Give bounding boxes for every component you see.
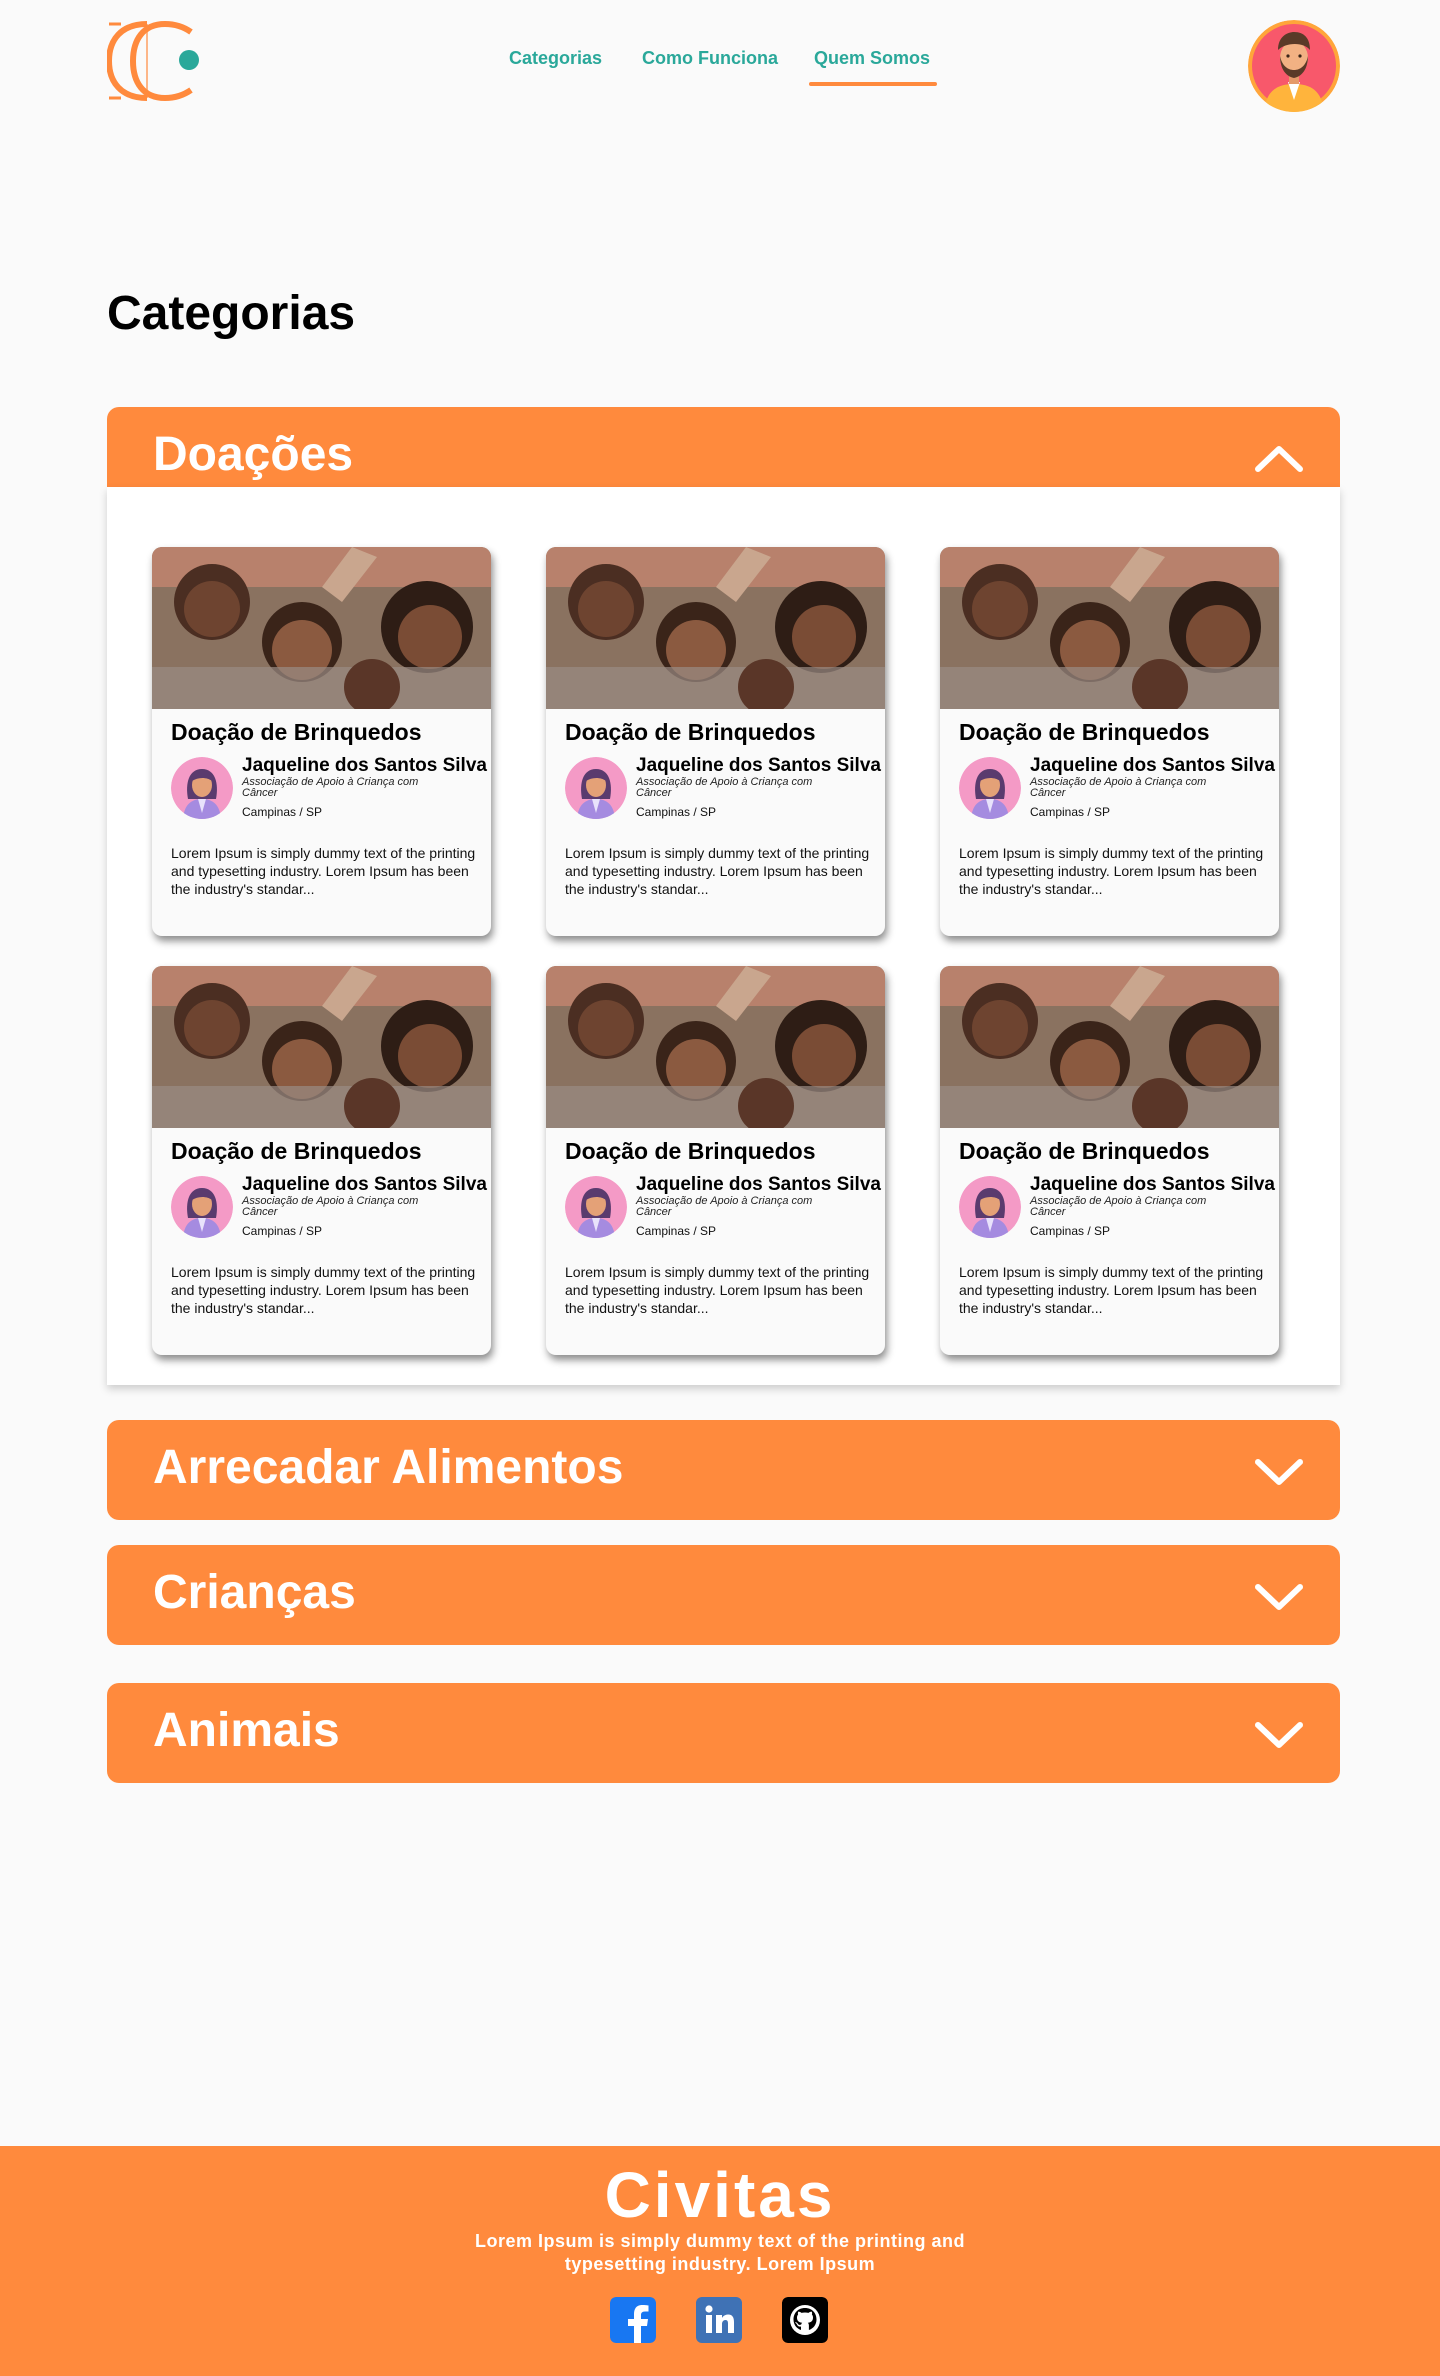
woman-avatar-icon — [171, 757, 233, 819]
chevron-up-icon — [1255, 446, 1303, 472]
page-title: Categorias — [107, 287, 356, 340]
card-description: Lorem Ipsum is simply dummy text of the … — [565, 845, 870, 897]
accordion-header-criancas[interactable]: Crianças — [107, 1545, 1340, 1645]
organizer-location: Campinas / SP — [1030, 805, 1111, 819]
card-photo — [152, 966, 491, 1128]
footer-brand: Civitas — [604, 2159, 836, 2231]
chevron-down-icon — [1255, 1459, 1303, 1485]
nav-link-como-funciona[interactable]: Como Funciona — [642, 48, 778, 69]
nav-link-quem-somos[interactable]: Quem Somos — [808, 48, 938, 86]
organizer-name: Jaqueline dos Santos Silva — [242, 755, 487, 776]
header: Categorias Como Funciona Quem Somos — [0, 0, 1440, 130]
accordion-title: Animais — [153, 1704, 340, 1757]
donation-card[interactable]: Doação de Brinquedos Jaqueline dos Santo… — [546, 966, 885, 1355]
accordion-title: Crianças — [153, 1566, 356, 1619]
card-title: Doação de Brinquedos — [171, 719, 422, 745]
organizer-org: Associação de Apoio à Criança com Câncer — [242, 776, 419, 799]
card-photo — [940, 547, 1279, 709]
donation-card[interactable]: Doação de Brinquedos Jaqueline dos Santo… — [546, 547, 885, 936]
card-title: Doação de Brinquedos — [959, 1138, 1210, 1164]
chevron-down-icon — [1255, 1584, 1303, 1610]
card-description: Lorem Ipsum is simply dummy text of the … — [565, 1264, 870, 1316]
organizer-avatar — [171, 757, 233, 819]
organizer-name: Jaqueline dos Santos Silva — [636, 1174, 881, 1195]
footer-tagline: Lorem Ipsum is simply dummy text of the … — [474, 2231, 966, 2274]
card-title: Doação de Brinquedos — [565, 719, 816, 745]
user-avatar-icon — [1248, 20, 1340, 112]
organizer-name: Jaqueline dos Santos Silva — [242, 1174, 487, 1195]
woman-avatar-icon — [171, 1176, 233, 1238]
organizer-avatar — [171, 1176, 233, 1238]
card-title: Doação de Brinquedos — [171, 1138, 422, 1164]
card-title: Doação de Brinquedos — [959, 719, 1210, 745]
main-nav: Categorias Como Funciona Quem Somos — [0, 48, 1440, 88]
accordion-title: Arrecadar Alimentos — [153, 1441, 624, 1494]
organizer-location: Campinas / SP — [242, 1224, 323, 1238]
donation-card[interactable]: Doação de Brinquedos Jaqueline dos Santo… — [940, 547, 1279, 936]
accordion-title: Doações — [153, 428, 354, 481]
accordion-header-arrecadar-alimentos[interactable]: Arrecadar Alimentos — [107, 1420, 1340, 1520]
woman-avatar-icon — [565, 1176, 627, 1238]
organizer-location: Campinas / SP — [242, 805, 323, 819]
accordion-header-animais[interactable]: Animais — [107, 1683, 1340, 1783]
organizer-org: Associação de Apoio à Criança com Câncer — [242, 1195, 419, 1218]
github-icon[interactable] — [782, 2297, 828, 2343]
organizer-org: Associação de Apoio à Criança com Câncer — [636, 1195, 813, 1218]
card-description: Lorem Ipsum is simply dummy text of the … — [959, 845, 1264, 897]
card-photo — [940, 966, 1279, 1128]
woman-avatar-icon — [959, 1176, 1021, 1238]
organizer-avatar — [959, 1176, 1021, 1238]
facebook-icon[interactable] — [610, 2297, 656, 2343]
organizer-location: Campinas / SP — [636, 1224, 717, 1238]
user-avatar[interactable] — [1248, 20, 1340, 112]
accordion-panel-doacoes: Doação de Brinquedos Jaqueline dos Santo… — [107, 487, 1340, 1385]
organizer-name: Jaqueline dos Santos Silva — [1030, 1174, 1275, 1195]
card-photo — [546, 966, 885, 1128]
organizer-org: Associação de Apoio à Criança com Câncer — [1030, 776, 1207, 799]
organizer-avatar — [959, 757, 1021, 819]
organizer-avatar — [565, 1176, 627, 1238]
footer: Civitas Lorem Ipsum is simply dummy text… — [0, 2146, 1440, 2376]
card-photo — [152, 547, 491, 709]
woman-avatar-icon — [959, 757, 1021, 819]
card-photo — [546, 547, 885, 709]
organizer-avatar — [565, 757, 627, 819]
donation-card[interactable]: Doação de Brinquedos Jaqueline dos Santo… — [152, 966, 491, 1355]
donation-card[interactable]: Doação de Brinquedos Jaqueline dos Santo… — [940, 966, 1279, 1355]
linkedin-icon[interactable] — [696, 2297, 742, 2343]
organizer-org: Associação de Apoio à Criança com Câncer — [636, 776, 813, 799]
organizer-location: Campinas / SP — [636, 805, 717, 819]
organizer-org: Associação de Apoio à Criança com Câncer — [1030, 1195, 1207, 1218]
card-description: Lorem Ipsum is simply dummy text of the … — [171, 845, 476, 897]
organizer-name: Jaqueline dos Santos Silva — [1030, 755, 1275, 776]
chevron-down-icon — [1255, 1722, 1303, 1748]
donation-card[interactable]: Doação de Brinquedos Jaqueline dos Santo… — [152, 547, 491, 936]
card-description: Lorem Ipsum is simply dummy text of the … — [959, 1264, 1264, 1316]
card-title: Doação de Brinquedos — [565, 1138, 816, 1164]
woman-avatar-icon — [565, 757, 627, 819]
organizer-location: Campinas / SP — [1030, 1224, 1111, 1238]
card-description: Lorem Ipsum is simply dummy text of the … — [171, 1264, 476, 1316]
organizer-name: Jaqueline dos Santos Silva — [636, 755, 881, 776]
nav-link-categorias[interactable]: Categorias — [509, 48, 602, 69]
